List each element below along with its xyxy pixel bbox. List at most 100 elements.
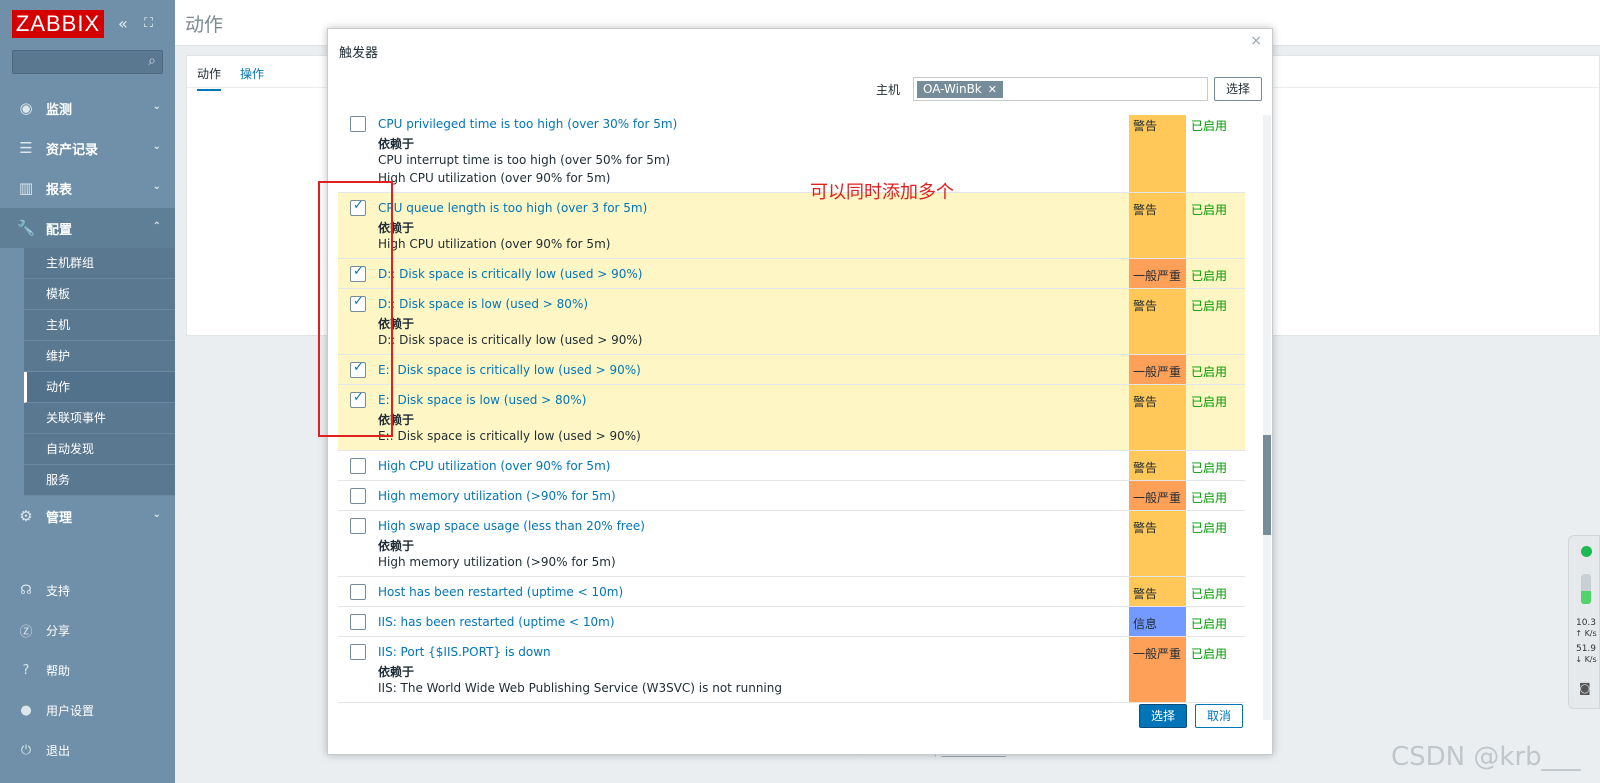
trigger-row[interactable]: High memory utilization (>90% for 5m) 一般严… xyxy=(338,481,1245,511)
dialog-title: 触发器 xyxy=(339,46,379,61)
select-button[interactable]: 选择 xyxy=(1139,704,1187,728)
host-tag-label: OA-WinBk xyxy=(923,82,982,96)
trigger-row[interactable]: Host has been restarted (uptime < 10m) 警告… xyxy=(338,577,1245,607)
kiosk-mode-icon[interactable]: ⛶ xyxy=(144,16,153,31)
dependency-item: E:: Disk space is critically low (used >… xyxy=(378,429,641,443)
power-icon: ⏻ xyxy=(20,742,32,758)
level-bar xyxy=(1581,574,1591,604)
menu-item-administration[interactable]: ⚙ 管理 ⌄ xyxy=(0,496,175,536)
submenu-item-services[interactable]: 服务 xyxy=(24,465,175,496)
support-link[interactable]: ☊ 支持 xyxy=(0,570,175,610)
collapse-sidebar-icon[interactable]: « xyxy=(118,14,128,33)
trigger-checkbox[interactable] xyxy=(350,584,366,600)
share-link[interactable]: Ⓩ 分享 xyxy=(0,610,175,650)
submenu-item-host-groups[interactable]: 主机群组 xyxy=(24,248,175,279)
trigger-checkbox[interactable] xyxy=(350,458,366,474)
search-icon[interactable]: ⌕ xyxy=(148,53,156,69)
trigger-name-link[interactable]: CPU queue length is too high (over 3 for… xyxy=(378,201,647,215)
trigger-name-link[interactable]: High CPU utilization (over 90% for 5m) xyxy=(378,459,610,473)
trigger-row[interactable]: High swap space usage (less than 20% fre… xyxy=(338,511,1245,577)
cancel-button[interactable]: 取消 xyxy=(1195,704,1243,728)
menu-item-label: 管理 xyxy=(46,510,73,526)
tab-operations[interactable]: 操作 xyxy=(240,65,264,82)
trigger-row[interactable]: E:: Disk space is critically low (used >… xyxy=(338,355,1245,385)
trigger-name-link[interactable]: D:: Disk space is critically low (used >… xyxy=(378,267,642,281)
zabbix-logo[interactable]: ZABBIX xyxy=(12,10,104,38)
scroll-thumb[interactable] xyxy=(1263,435,1271,535)
trigger-checkbox[interactable] xyxy=(350,488,366,504)
host-label: 主机 xyxy=(876,83,901,97)
logout-link[interactable]: ⏻ 退出 xyxy=(0,730,175,770)
camera-icon[interactable]: ◙ xyxy=(1579,681,1591,695)
chevron-down-icon: ⌄ xyxy=(152,141,161,152)
submenu-item-discovery[interactable]: 自动发现 xyxy=(24,434,175,465)
chevron-down-icon: ⌄ xyxy=(152,509,161,520)
host-multiselect[interactable]: OA-WinBk ✕ xyxy=(913,77,1208,101)
help-icon: ? xyxy=(22,662,30,678)
submenu-item-actions[interactable]: 动作 xyxy=(24,372,175,403)
menu-item-label: 监测 xyxy=(46,102,73,118)
severity-cell: 警告 xyxy=(1129,511,1186,576)
menu-item-reports[interactable]: ▥ 报表 ⌄ xyxy=(0,168,175,208)
trigger-list: CPU privileged time is too high (over 30… xyxy=(338,115,1245,720)
trigger-name-link[interactable]: CPU privileged time is too high (over 30… xyxy=(378,117,677,131)
trigger-row[interactable]: E:: Disk space is low (used > 80%)依赖于E::… xyxy=(338,385,1245,451)
logout-label: 退出 xyxy=(46,743,71,758)
trigger-checkbox[interactable] xyxy=(350,614,366,630)
trigger-checkbox[interactable] xyxy=(350,518,366,534)
host-select-button[interactable]: 选择 xyxy=(1214,77,1262,101)
search-input[interactable]: ⌕ xyxy=(12,50,163,74)
status-label: 已启用 xyxy=(1191,521,1228,535)
trigger-row[interactable]: CPU privileged time is too high (over 30… xyxy=(338,115,1245,193)
level-fill xyxy=(1581,591,1591,604)
trigger-name-link[interactable]: High swap space usage (less than 20% fre… xyxy=(378,519,645,533)
trigger-row[interactable]: IIS: Port {$IIS.PORT} is down 依赖于 IIS: The… xyxy=(338,637,1245,703)
trigger-name-link[interactable]: IIS: has been restarted (uptime < 10m) xyxy=(378,615,615,629)
trigger-checkbox[interactable] xyxy=(350,116,366,132)
trigger-row[interactable]: D:: Disk space is critically low (used >… xyxy=(338,259,1245,289)
status-label: 已启用 xyxy=(1191,395,1228,409)
submenu-item-maintenance[interactable]: 维护 xyxy=(24,341,175,372)
trigger-row[interactable]: IIS: has been restarted (uptime < 10m) 信息… xyxy=(338,607,1245,637)
trigger-row[interactable]: High CPU utilization (over 90% for 5m) 警告… xyxy=(338,451,1245,481)
submenu-item-templates[interactable]: 模板 xyxy=(24,279,175,310)
menu-item-inventory[interactable]: ☰ 资产记录 ⌄ xyxy=(0,128,175,168)
depends-on-label: 依赖于 xyxy=(378,539,415,553)
menu-item-monitoring[interactable]: ◉ 监测 ⌄ xyxy=(0,88,175,128)
status-label: 已启用 xyxy=(1191,365,1228,379)
dependency-item: IIS: The World Wide Web Publishing Servi… xyxy=(378,681,782,695)
dependency-item: High CPU utilization (over 90% for 5m) xyxy=(378,171,611,185)
status-label: 已启用 xyxy=(1191,647,1228,661)
scrollbar[interactable] xyxy=(1263,115,1271,720)
status-label: 已启用 xyxy=(1191,299,1228,313)
submenu-item-event-correlation[interactable]: 关联项事件 xyxy=(24,403,175,434)
remove-tag-icon[interactable]: ✕ xyxy=(988,83,997,96)
trigger-name-link[interactable]: E:: Disk space is critically low (used >… xyxy=(378,363,641,377)
depends-on-label: 依赖于 xyxy=(378,665,415,679)
trigger-checkbox[interactable] xyxy=(350,644,366,660)
severity-cell: 一般严重 xyxy=(1129,355,1186,384)
dependency-item: High memory utilization (>90% for 5m) xyxy=(378,555,616,569)
trigger-row[interactable]: D:: Disk space is low (used > 80%)依赖于D::… xyxy=(338,289,1245,355)
close-icon[interactable]: × xyxy=(1250,33,1262,49)
trigger-row[interactable]: CPU queue length is too high (over 3 for… xyxy=(338,193,1245,259)
menu-item-configuration[interactable]: 🔧 配置 ⌃ xyxy=(0,208,175,248)
trigger-name-link[interactable]: IIS: Port {$IIS.PORT} is down xyxy=(378,645,551,659)
dependency-item: CPU interrupt time is too high (over 50%… xyxy=(378,153,671,167)
trigger-name-link[interactable]: E:: Disk space is low (used > 80%) xyxy=(378,393,586,407)
user-settings-label: 用户设置 xyxy=(46,703,95,718)
trigger-name-link[interactable]: Host has been restarted (uptime < 10m) xyxy=(378,585,623,599)
trigger-name-link[interactable]: D:: Disk space is low (used > 80%) xyxy=(378,297,588,311)
status-label: 已启用 xyxy=(1191,491,1228,505)
network-widget[interactable]: 10.3 ↑ K/s 51.9 ↓ K/s ◙ xyxy=(1568,535,1600,709)
severity-cell: 警告 xyxy=(1129,451,1186,480)
menu-item-label: 资产记录 xyxy=(46,142,99,158)
submenu-item-hosts[interactable]: 主机 xyxy=(24,310,175,341)
tab-action[interactable]: 动作 xyxy=(197,65,222,91)
logo-row: ZABBIX « ⛶ xyxy=(0,0,175,46)
help-link[interactable]: ? 帮助 xyxy=(0,650,175,690)
trigger-name-link[interactable]: High memory utilization (>90% for 5m) xyxy=(378,489,616,503)
chevron-down-icon: ⌄ xyxy=(152,181,161,192)
chart-icon: ▥ xyxy=(18,179,34,197)
user-settings-link[interactable]: ● 用户设置 xyxy=(0,690,175,730)
